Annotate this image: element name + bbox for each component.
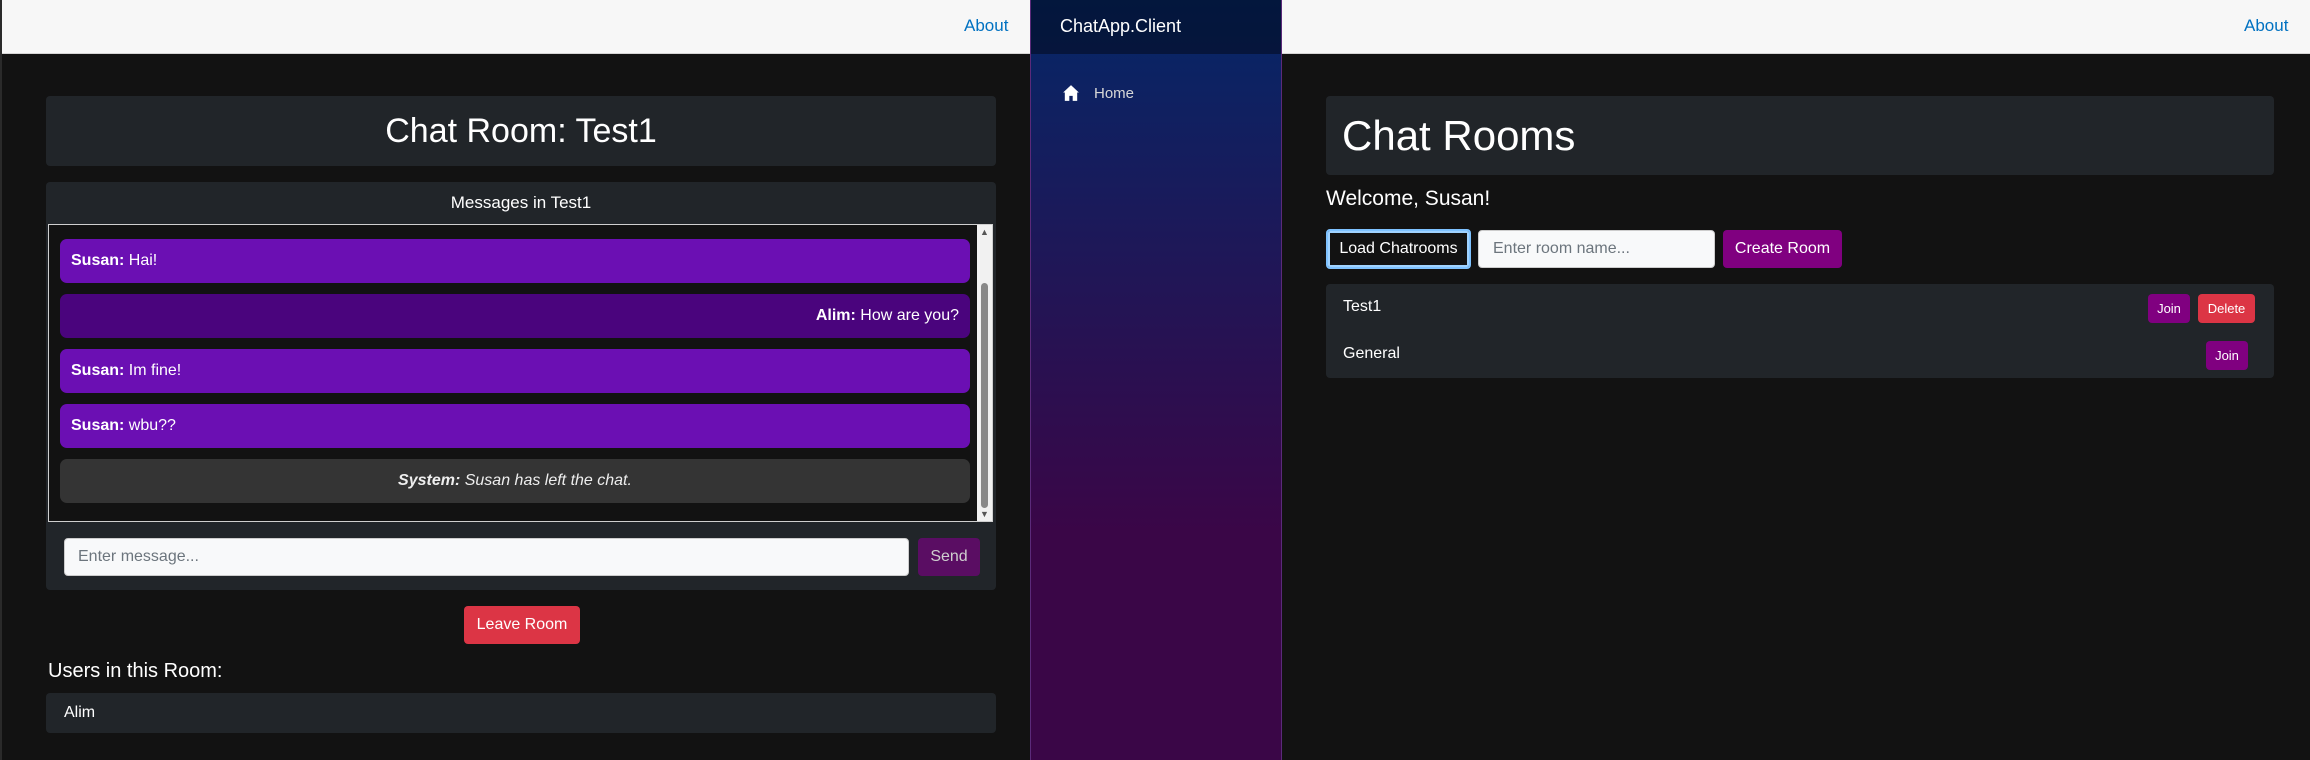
users-heading: Users in this Room: bbox=[48, 660, 223, 682]
sidebar-item-label: Home bbox=[1094, 84, 1135, 102]
chat-room-pane: About Chat Room: Test1 Messages in Test1… bbox=[0, 0, 1030, 760]
messages-header: Messages in Test1 bbox=[450, 193, 592, 212]
room-name: Test1 bbox=[1343, 298, 1382, 315]
create-room-button[interactable]: Create Room bbox=[1723, 230, 1842, 268]
top-bar: About bbox=[2, 0, 1030, 54]
room-name-input[interactable] bbox=[1478, 230, 1715, 268]
load-chatrooms-button[interactable]: Load Chatrooms bbox=[1326, 229, 1471, 269]
chat-message: Alim: How are you? bbox=[60, 294, 970, 338]
sidebar: ChatApp.Client Home bbox=[1030, 0, 1282, 760]
page-title: Chat Room: Test1 bbox=[385, 111, 657, 150]
message-sender: Susan: bbox=[71, 252, 125, 269]
room-name: General bbox=[1343, 345, 1400, 362]
message-text: wbu?? bbox=[124, 417, 176, 434]
scrollbar[interactable]: ▲ ▼ bbox=[977, 225, 992, 521]
join-button[interactable]: Join bbox=[2206, 341, 2248, 370]
chat-message: Susan: Hai! bbox=[60, 239, 970, 283]
message-sender: Susan: bbox=[71, 417, 125, 434]
message-text: How are you? bbox=[855, 307, 959, 324]
user-list-item: Alim bbox=[46, 693, 996, 733]
brand[interactable]: ChatApp.Client bbox=[1031, 0, 1281, 54]
welcome-text: Welcome, Susan! bbox=[1326, 187, 1491, 210]
page-title: Chat Rooms bbox=[1342, 112, 1576, 159]
about-link[interactable]: About bbox=[2244, 16, 2288, 36]
room-list-item: General Join bbox=[1326, 331, 2274, 378]
chat-message: Susan: wbu?? bbox=[60, 404, 970, 448]
rooms-title-box: Chat Rooms bbox=[1326, 96, 2274, 175]
join-button[interactable]: Join bbox=[2148, 294, 2190, 323]
message-text: Susan has left the chat. bbox=[460, 472, 632, 489]
chat-message: Susan: Im fine! bbox=[60, 349, 970, 393]
top-bar: About bbox=[1282, 0, 2310, 54]
message-sender: System: bbox=[398, 472, 461, 489]
leave-room-button[interactable]: Leave Room bbox=[464, 606, 580, 644]
messages-card: Messages in Test1 Susan: Hai! Alim: How … bbox=[46, 182, 996, 590]
message-sender: Susan: bbox=[71, 362, 125, 379]
message-text: Im fine! bbox=[124, 362, 182, 379]
about-link[interactable]: About bbox=[964, 16, 1008, 36]
scroll-down-icon[interactable]: ▼ bbox=[980, 509, 989, 519]
chat-rooms-pane: About Chat Rooms Welcome, Susan! Load Ch… bbox=[1282, 0, 2310, 760]
room-title-box: Chat Room: Test1 bbox=[46, 96, 996, 166]
sidebar-item-home[interactable]: Home bbox=[1062, 81, 1134, 105]
send-button[interactable]: Send bbox=[918, 538, 980, 576]
room-list-item: Test1 Join Delete bbox=[1326, 284, 2274, 331]
compose-row: Send bbox=[46, 532, 996, 584]
system-message: System: Susan has left the chat. bbox=[60, 459, 970, 503]
home-icon bbox=[1063, 85, 1079, 101]
scroll-up-icon[interactable]: ▲ bbox=[980, 227, 989, 237]
delete-button[interactable]: Delete bbox=[2198, 294, 2255, 323]
room-list: Test1 Join Delete General Join bbox=[1326, 284, 2274, 378]
message-sender: Alim: bbox=[815, 307, 856, 324]
message-text: Hai! bbox=[124, 252, 158, 269]
scroll-thumb[interactable] bbox=[981, 283, 988, 508]
message-input[interactable] bbox=[64, 538, 909, 576]
messages-list[interactable]: Susan: Hai! Alim: How are you? Susan: Im… bbox=[48, 224, 993, 522]
